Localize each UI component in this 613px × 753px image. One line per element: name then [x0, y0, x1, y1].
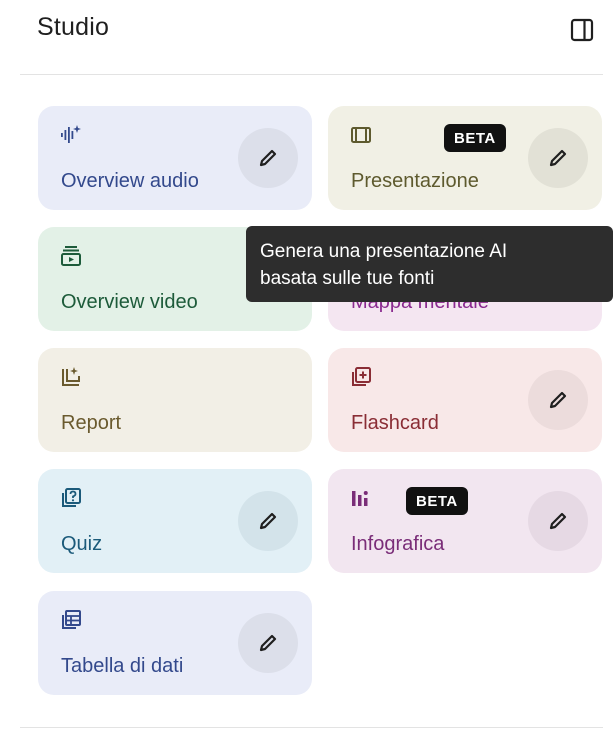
- edit-button[interactable]: [528, 491, 588, 551]
- pencil-icon: [549, 512, 567, 530]
- card-label: Presentazione: [351, 170, 479, 192]
- card-tabella-di-dati[interactable]: Tabella di dati: [38, 591, 312, 695]
- card-label: Tabella di dati: [61, 655, 184, 677]
- video-overview-icon: [60, 245, 82, 267]
- audio-waveform-icon: [60, 124, 82, 146]
- pencil-icon: [549, 391, 567, 409]
- tooltip-line: Genera una presentazione AI: [260, 241, 508, 262]
- card-infografica[interactable]: BETA Infografica: [328, 469, 602, 573]
- footer-divider: [20, 727, 603, 728]
- panel-toggle-button[interactable]: [565, 13, 599, 47]
- beta-badge: BETA: [444, 124, 506, 152]
- studio-header: Studio: [0, 0, 613, 74]
- edit-button[interactable]: [528, 370, 588, 430]
- slides-icon: [350, 124, 372, 146]
- page-title: Studio: [37, 13, 110, 41]
- card-quiz[interactable]: Quiz: [38, 469, 312, 573]
- card-label: Infografica: [351, 533, 445, 555]
- card-label: Report: [61, 412, 122, 434]
- pencil-icon: [549, 149, 567, 167]
- pencil-icon: [259, 149, 277, 167]
- edit-button[interactable]: [528, 128, 588, 188]
- quiz-icon: [60, 487, 82, 509]
- panel-toggle-icon: [570, 18, 594, 42]
- card-presentazione[interactable]: BETA Presentazione: [328, 106, 602, 210]
- header-divider: [20, 74, 603, 75]
- infographic-icon: [350, 487, 372, 509]
- edit-button[interactable]: [238, 491, 298, 551]
- beta-badge: BETA: [406, 487, 468, 515]
- card-flashcard[interactable]: Flashcard: [328, 348, 602, 452]
- pencil-icon: [259, 634, 277, 652]
- flashcard-icon: [350, 366, 372, 388]
- card-label: Quiz: [61, 533, 103, 555]
- tooltip-line: basata sulle tue fonti: [260, 268, 435, 289]
- edit-button[interactable]: [238, 128, 298, 188]
- data-table-icon: [60, 609, 82, 631]
- pencil-icon: [259, 512, 277, 530]
- tooltip: Genera una presentazione AI basata sulle…: [246, 226, 613, 302]
- edit-button[interactable]: [238, 613, 298, 673]
- report-icon: [60, 366, 82, 388]
- card-label: Flashcard: [351, 412, 439, 434]
- card-overview-audio[interactable]: Overview audio: [38, 106, 312, 210]
- card-label: Overview video: [61, 291, 198, 313]
- card-label: Overview audio: [61, 170, 199, 192]
- card-report[interactable]: Report: [38, 348, 312, 452]
